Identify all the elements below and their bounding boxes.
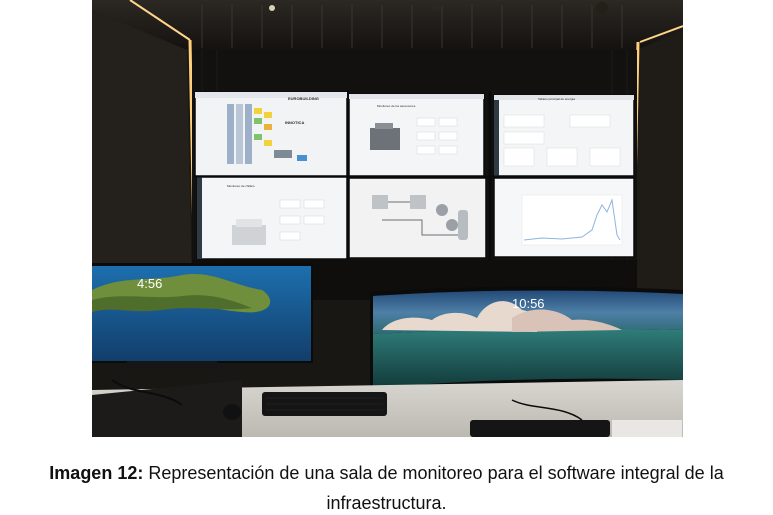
innotica-logo-text: INNOTICA xyxy=(285,120,305,125)
figure-caption-line2: infraestructura. xyxy=(326,493,447,513)
panel-title-energy: Tablero principal de energía xyxy=(538,97,576,101)
video-wall xyxy=(194,90,635,260)
figure-caption: Imagen 12: Representación de una sala de… xyxy=(0,462,773,484)
caption-text: Representación de una sala de monitoreo … xyxy=(143,463,724,483)
right-monitor-clock: 10:56 xyxy=(512,296,545,311)
eurobuilding-logo-text: EUROBUILDING xyxy=(288,96,319,101)
left-monitor-clock: 4:56 xyxy=(137,276,163,291)
monitoring-room-photo: INNOTICA EUROBUILDING Tablero principal … xyxy=(92,0,683,437)
panel-title-chillers: Monitoreo de chillers xyxy=(227,184,255,188)
caption-label: Imagen 12: xyxy=(49,463,144,483)
panel-title-elevators: Monitoreo de los ascensores xyxy=(377,104,416,108)
left-monitor xyxy=(92,263,313,369)
